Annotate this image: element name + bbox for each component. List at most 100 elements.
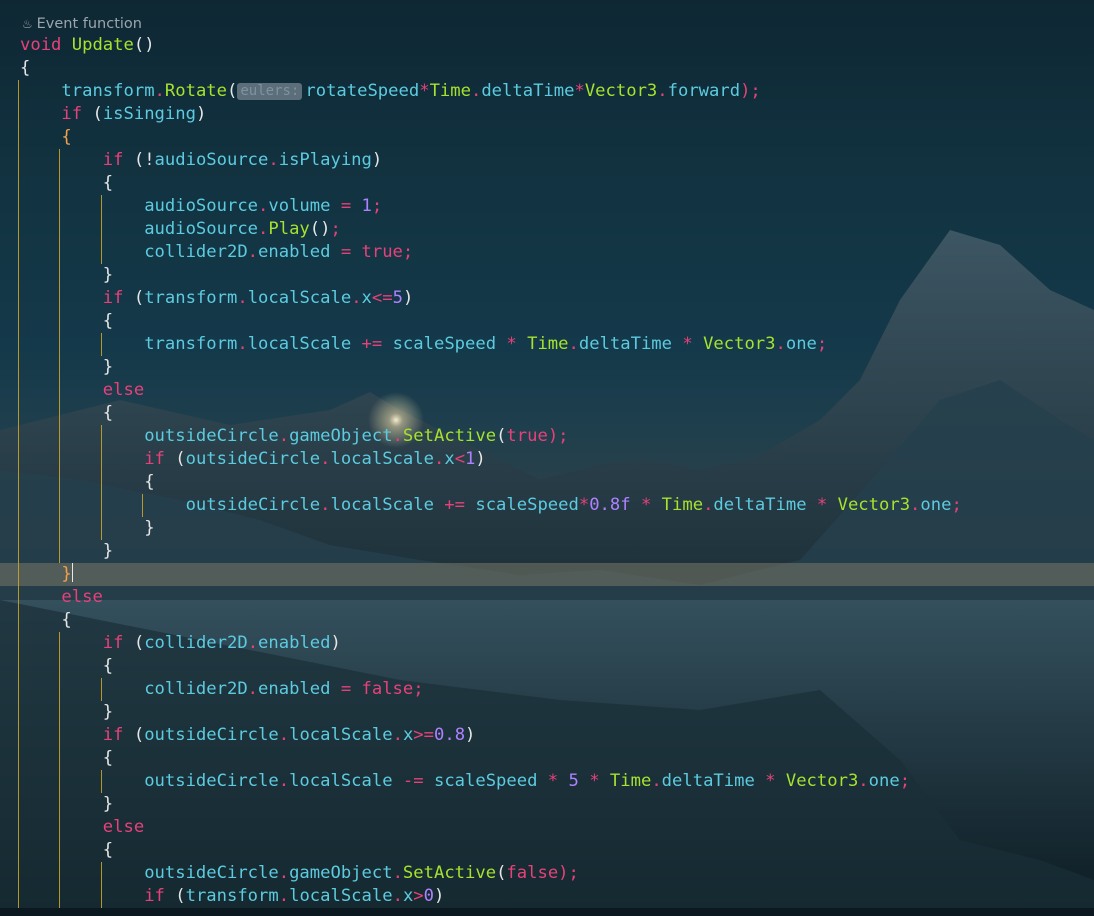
code-token: else bbox=[102, 817, 145, 837]
code-line[interactable]: { bbox=[0, 402, 1094, 425]
code-line[interactable]: collider2D.enabled = false; bbox=[0, 678, 1094, 701]
code-token: } bbox=[102, 265, 114, 285]
code-token: . bbox=[320, 495, 331, 515]
code-line[interactable]: if (collider2D.enabled) bbox=[0, 632, 1094, 655]
code-line[interactable]: } bbox=[0, 701, 1094, 724]
code-line[interactable]: { bbox=[0, 310, 1094, 333]
code-token: ) bbox=[195, 104, 207, 124]
code-token: deltaTime bbox=[578, 334, 673, 354]
code-line[interactable]: } bbox=[0, 563, 1094, 586]
code-token: audioSource bbox=[154, 150, 269, 170]
code-token: collider2D bbox=[144, 679, 248, 699]
code-line[interactable]: if (!audioSource.isPlaying) bbox=[0, 149, 1094, 172]
code-token: else bbox=[61, 587, 103, 607]
code-token: . bbox=[154, 81, 165, 101]
code-token: ( bbox=[133, 725, 145, 745]
code-line[interactable]: } bbox=[0, 540, 1094, 563]
code-line[interactable]: { bbox=[0, 126, 1094, 149]
code-line[interactable]: if (outsideCircle.localScale.x<1) bbox=[0, 448, 1094, 471]
code-line[interactable]: outsideCircle.gameObject.SetActive(true)… bbox=[0, 425, 1094, 448]
code-token: if bbox=[102, 725, 134, 745]
code-line[interactable]: } bbox=[0, 264, 1094, 287]
code-token: ; bbox=[413, 679, 424, 699]
code-token: 5 bbox=[568, 771, 579, 791]
code-token: ( bbox=[133, 288, 145, 308]
code-line[interactable]: collider2D.enabled = true; bbox=[0, 241, 1094, 264]
code-token: Play bbox=[268, 219, 310, 239]
code-line[interactable]: if (isSinging) bbox=[0, 103, 1094, 126]
code-line[interactable]: if (outsideCircle.localScale.x>=0.8) bbox=[0, 724, 1094, 747]
code-token: { bbox=[61, 127, 72, 147]
code-token: if bbox=[102, 150, 134, 170]
code-line[interactable]: } bbox=[0, 517, 1094, 540]
code-token: . bbox=[703, 495, 714, 515]
code-token: audioSource bbox=[144, 219, 259, 239]
code-line[interactable]: { bbox=[0, 839, 1094, 862]
code-line[interactable]: outsideCircle.gameObject.SetActive(false… bbox=[0, 862, 1094, 885]
code-line[interactable]: { bbox=[0, 172, 1094, 195]
code-token: = bbox=[330, 679, 362, 699]
code-token: ) bbox=[434, 886, 445, 906]
code-token: transform bbox=[61, 81, 155, 101]
code-line[interactable]: transform.localScale += scaleSpeed * Tim… bbox=[0, 333, 1094, 356]
code-token: ( bbox=[92, 104, 103, 124]
code-line[interactable]: { bbox=[0, 609, 1094, 632]
code-token: ; bbox=[899, 771, 911, 791]
code-editor[interactable]: ♨ Event function void Update(){ transfor… bbox=[0, 0, 1094, 916]
code-line[interactable]: if (transform.localScale.x>0) bbox=[0, 885, 1094, 908]
code-line[interactable]: if (transform.localScale.x<=5) bbox=[0, 287, 1094, 310]
code-token: Time bbox=[429, 81, 471, 101]
code-line[interactable]: { bbox=[0, 747, 1094, 770]
code-line[interactable]: else bbox=[0, 379, 1094, 402]
code-line[interactable]: } bbox=[0, 356, 1094, 379]
code-token: localScale bbox=[247, 334, 352, 354]
code-line[interactable]: { bbox=[0, 471, 1094, 494]
code-token: * bbox=[419, 81, 430, 101]
code-line[interactable]: void Update() bbox=[0, 34, 1094, 57]
code-line[interactable]: else bbox=[0, 586, 1094, 609]
code-token: > bbox=[413, 886, 424, 906]
code-token: = bbox=[330, 242, 362, 262]
code-line[interactable]: audioSource.volume = 1; bbox=[0, 195, 1094, 218]
code-token: * bbox=[630, 495, 662, 515]
code-token: } bbox=[102, 357, 114, 377]
code-token: x bbox=[402, 886, 414, 906]
code-token: { bbox=[102, 173, 114, 193]
code-line[interactable]: audioSource.Play(); bbox=[0, 218, 1094, 241]
code-line[interactable]: } bbox=[0, 793, 1094, 816]
code-token: * bbox=[672, 334, 704, 354]
code-line[interactable]: outsideCircle.localScale -= scaleSpeed *… bbox=[0, 770, 1094, 793]
code-token: localScale bbox=[289, 725, 393, 745]
code-token: deltaTime bbox=[481, 81, 575, 101]
code-token: { bbox=[20, 58, 31, 78]
code-line[interactable]: transform.Rotate(eulers: rotateSpeed*Time… bbox=[0, 80, 1094, 103]
codelens-event-function[interactable]: ♨ Event function bbox=[22, 14, 142, 34]
code-token: 5 bbox=[392, 288, 403, 308]
code-token: . bbox=[237, 288, 248, 308]
code-token: Vector3 bbox=[584, 81, 658, 101]
code-token: 1 bbox=[465, 449, 476, 469]
code-line[interactable]: { bbox=[0, 655, 1094, 678]
code-token: ; bbox=[951, 495, 962, 515]
code-line[interactable]: else bbox=[0, 816, 1094, 839]
code-token: true bbox=[361, 242, 403, 262]
code-token: () bbox=[309, 219, 331, 239]
code-line[interactable]: { bbox=[0, 57, 1094, 80]
inlay-parameter-hint: eulers: bbox=[237, 83, 303, 100]
code-line[interactable]: outsideCircle.localScale += scaleSpeed*0… bbox=[0, 494, 1094, 517]
text-caret bbox=[71, 563, 73, 582]
code-token: outsideCircle bbox=[144, 725, 279, 745]
code-token: enabled bbox=[258, 633, 331, 653]
code-token: isPlaying bbox=[278, 150, 372, 170]
